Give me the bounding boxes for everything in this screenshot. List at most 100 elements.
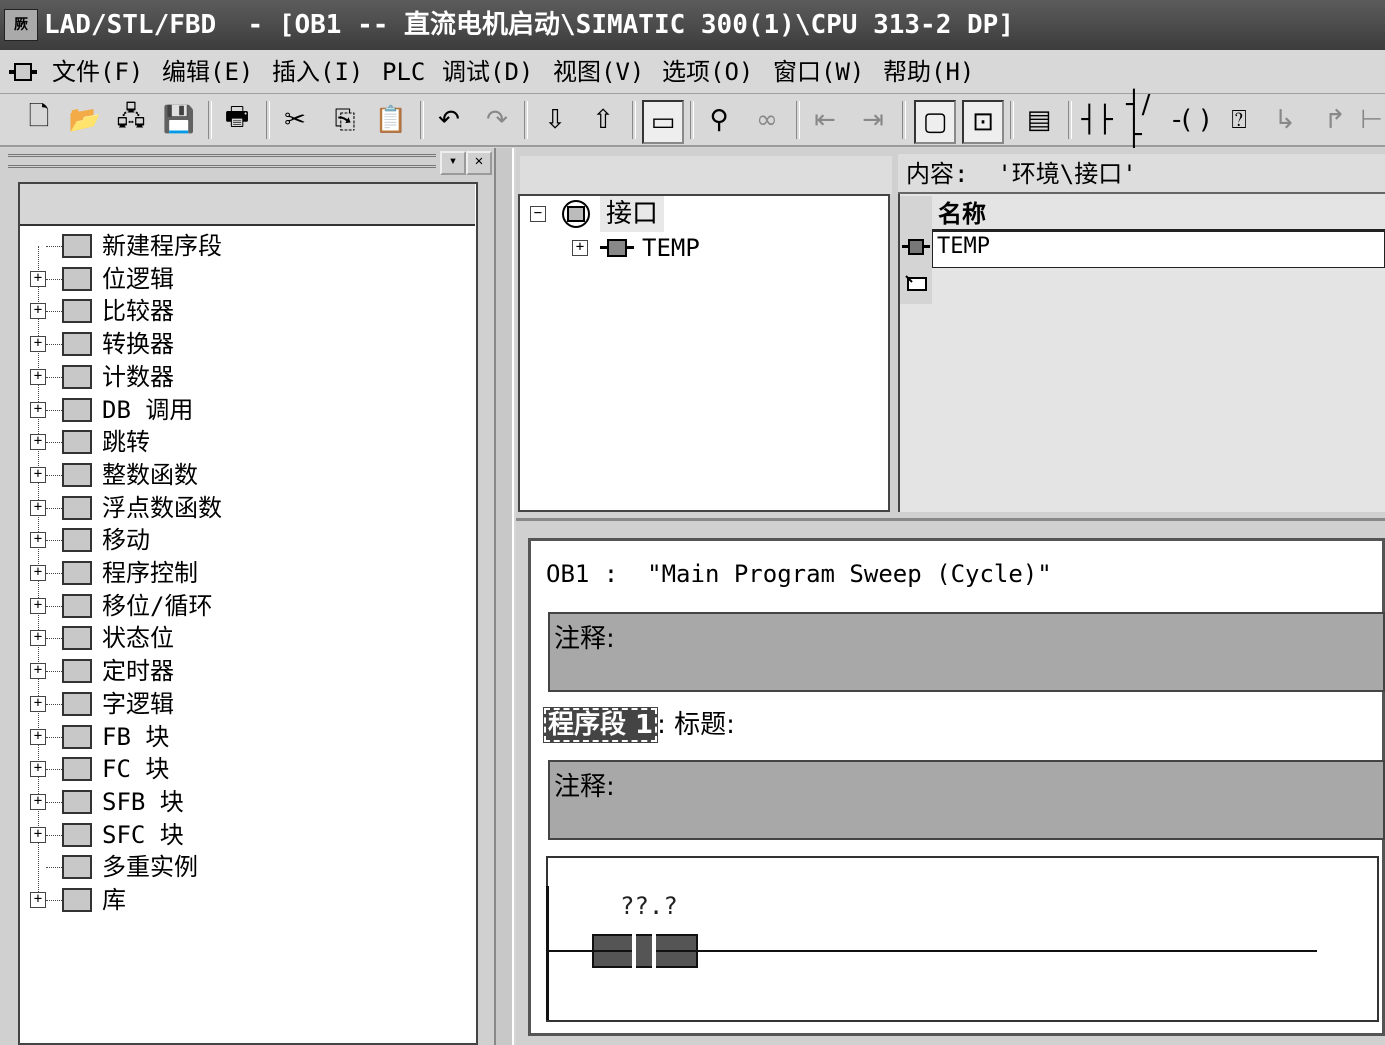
menu-file[interactable]: 文件(F) [52, 50, 143, 94]
expand-icon[interactable]: + [30, 793, 46, 810]
menu-options[interactable]: 选项(O) [662, 50, 753, 94]
network-comment-box[interactable]: 注释: [548, 760, 1385, 840]
tree-item[interactable]: + 计数器 [30, 361, 470, 393]
tree-item[interactable]: + 转换器 [30, 328, 470, 360]
tree-item-label: 库 [102, 886, 126, 914]
expand-icon[interactable]: + [30, 728, 46, 745]
tree-item[interactable]: + 比较器 [30, 295, 470, 327]
tree-item[interactable]: + 状态位 [30, 622, 470, 654]
expand-icon[interactable]: + [30, 368, 46, 385]
expand-icon[interactable]: + [30, 630, 46, 647]
close-pane-icon[interactable]: ✕ [466, 151, 492, 175]
open-icon[interactable]: 📂 [66, 100, 104, 140]
overview-icon[interactable]: ▭ [642, 100, 684, 144]
download-icon[interactable]: ⇩ [536, 100, 574, 140]
no-contact-icon[interactable]: ┤├ [1078, 100, 1116, 140]
vertical-splitter[interactable] [494, 148, 514, 1045]
new-row-icon[interactable] [904, 274, 930, 294]
expand-icon[interactable]: + [30, 499, 46, 516]
empty-box-icon[interactable]: ⍰ [1220, 100, 1258, 140]
tree-item[interactable]: + 库 [30, 884, 470, 916]
tree-item[interactable]: + 位逻辑 [30, 263, 470, 295]
coil-icon[interactable]: -( ) [1172, 100, 1210, 140]
tree-item[interactable]: 新建程序段 [30, 230, 470, 262]
new-icon[interactable]: 🗋 [20, 100, 58, 140]
menu-help[interactable]: 帮助(H) [883, 50, 974, 94]
expand-icon[interactable]: + [30, 663, 46, 680]
network-title-label[interactable]: : 标题: [657, 710, 735, 740]
collapse-interface-icon[interactable]: − [530, 206, 546, 222]
step7-app-icon[interactable]: 厥 [4, 9, 38, 41]
menu-view[interactable]: 视图(V) [553, 50, 644, 94]
expand-icon[interactable]: + [30, 565, 46, 581]
menu-edit[interactable]: 编辑(E) [162, 50, 253, 94]
prev-network-icon[interactable]: ⇤ [806, 100, 844, 140]
print-icon[interactable]: 🖶 [218, 100, 256, 140]
expand-icon[interactable]: + [30, 401, 46, 418]
cut-icon[interactable]: ✂ [276, 100, 314, 140]
tree-item[interactable]: + 字逻辑 [30, 688, 470, 720]
accessible-nodes-icon[interactable]: 🖧 [112, 100, 150, 140]
monitor-icon[interactable]: ⚲ [700, 100, 738, 140]
tree-item[interactable]: + DB 调用 [30, 394, 470, 426]
temp-tree-label[interactable]: TEMP [642, 232, 700, 264]
tree-item[interactable]: + 跳转 [30, 426, 470, 458]
expand-icon[interactable]: + [30, 597, 46, 614]
branch-close-icon[interactable]: ↱ [1316, 100, 1354, 140]
block-comment-box[interactable]: 注释: [548, 612, 1385, 692]
tree-item[interactable]: + 程序控制 [30, 557, 470, 589]
upload-icon[interactable]: ⇧ [584, 100, 622, 140]
zoom-window-icon[interactable]: ⊡ [962, 100, 1004, 144]
nc-contact-icon[interactable]: ┤/├ [1126, 90, 1164, 150]
menu-plc[interactable]: PLC [382, 50, 425, 94]
expand-icon[interactable]: + [30, 761, 46, 778]
copy-icon[interactable]: ⎘ [326, 100, 364, 140]
expand-temp-icon[interactable]: + [572, 240, 588, 256]
tree-item-label: 移动 [102, 526, 150, 555]
tree-item[interactable]: + 定时器 [30, 655, 470, 687]
menu-insert[interactable]: 插入(I) [272, 50, 363, 94]
redo-icon[interactable]: ↷ [478, 100, 516, 140]
undo-icon[interactable]: ↶ [430, 100, 468, 140]
tree-item[interactable]: + SFB 块 [30, 786, 470, 818]
paste-icon[interactable]: 📋 [372, 100, 410, 140]
tree-item[interactable]: + 整数函数 [30, 459, 470, 491]
tree-item[interactable]: + FC 块 [30, 753, 470, 785]
save-icon[interactable]: 💾 [160, 100, 198, 140]
tree-item[interactable]: + 浮点数函数 [30, 492, 470, 524]
expand-icon[interactable]: + [30, 826, 46, 843]
glasses-icon[interactable]: ∞ [748, 100, 786, 140]
tree-item[interactable]: + 移动 [30, 524, 470, 556]
document-menu-icon[interactable] [8, 60, 38, 84]
expand-icon[interactable]: + [30, 270, 46, 287]
branch-line-icon[interactable]: ⊢ [1358, 100, 1385, 140]
tree-item[interactable]: + SFC 块 [30, 819, 470, 851]
expand-icon[interactable]: + [30, 695, 46, 712]
tree-item[interactable]: + FB 块 [30, 721, 470, 753]
tree-item[interactable]: + 移位/循环 [30, 590, 470, 622]
restore-pane-icon[interactable]: ▾ [440, 151, 466, 175]
expand-icon[interactable]: + [30, 303, 46, 320]
tree-item[interactable]: 多重实例 [30, 851, 470, 883]
menu-debug[interactable]: 调试(D) [442, 50, 533, 94]
network-number-label[interactable]: 程序段 1 [542, 707, 659, 743]
branch-open-icon[interactable]: ↳ [1266, 100, 1304, 140]
expand-icon[interactable]: + [30, 336, 46, 353]
expand-icon[interactable]: + [30, 892, 46, 908]
next-network-icon[interactable]: ⇥ [854, 100, 892, 140]
name-column-header[interactable]: 名称 [932, 196, 1385, 232]
shift-rotate-icon [62, 593, 92, 618]
interface-root-label[interactable]: 接口 [600, 196, 665, 232]
pane-grip[interactable] [8, 154, 436, 168]
menu-window[interactable]: 窗口(W) [773, 50, 864, 94]
move-icon [62, 528, 92, 553]
block-title[interactable]: OB1 : "Main Program Sweep (Cycle)" [546, 560, 1052, 588]
contact-address[interactable]: ??.? [620, 892, 678, 920]
expand-icon[interactable]: + [30, 532, 46, 549]
view-window-icon[interactable]: ▢ [914, 100, 956, 144]
expand-icon[interactable]: + [30, 466, 46, 483]
new-network-icon[interactable]: ▤ [1020, 100, 1058, 140]
normally-open-contact[interactable] [592, 934, 698, 968]
temp-row-name[interactable]: TEMP [932, 232, 1385, 268]
expand-icon[interactable]: + [30, 434, 46, 451]
